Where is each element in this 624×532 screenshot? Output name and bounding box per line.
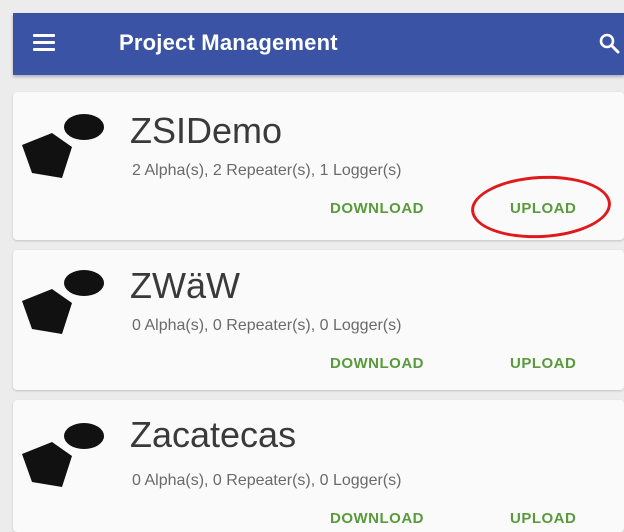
app-title: Project Management [119, 30, 338, 55]
project-name: ZSIDemo [130, 110, 283, 151]
project-summary: 2 Alpha(s), 2 Repeater(s), 1 Logger(s) [132, 162, 402, 179]
project-logo-icon [22, 423, 104, 487]
search-icon[interactable] [598, 32, 620, 54]
project-logo-icon [22, 270, 104, 334]
download-button[interactable]: DOWNLOAD [330, 355, 424, 372]
project-logo-icon [22, 114, 104, 178]
project-card[interactable]: ZWäW 0 Alpha(s), 0 Repeater(s), 0 Logger… [13, 250, 624, 390]
project-name: Zacatecas [130, 414, 297, 455]
project-summary: 0 Alpha(s), 0 Repeater(s), 0 Logger(s) [132, 472, 402, 489]
project-summary: 0 Alpha(s), 0 Repeater(s), 0 Logger(s) [132, 317, 402, 334]
upload-button[interactable]: UPLOAD [510, 355, 576, 372]
download-button[interactable]: DOWNLOAD [330, 510, 424, 527]
upload-button[interactable]: UPLOAD [510, 510, 576, 527]
download-button[interactable]: DOWNLOAD [330, 200, 424, 217]
app-bar: Project Management [13, 13, 624, 75]
project-name: ZWäW [130, 265, 240, 306]
hamburger-menu-icon[interactable] [33, 34, 55, 52]
project-card[interactable]: Zacatecas 0 Alpha(s), 0 Repeater(s), 0 L… [13, 400, 624, 532]
